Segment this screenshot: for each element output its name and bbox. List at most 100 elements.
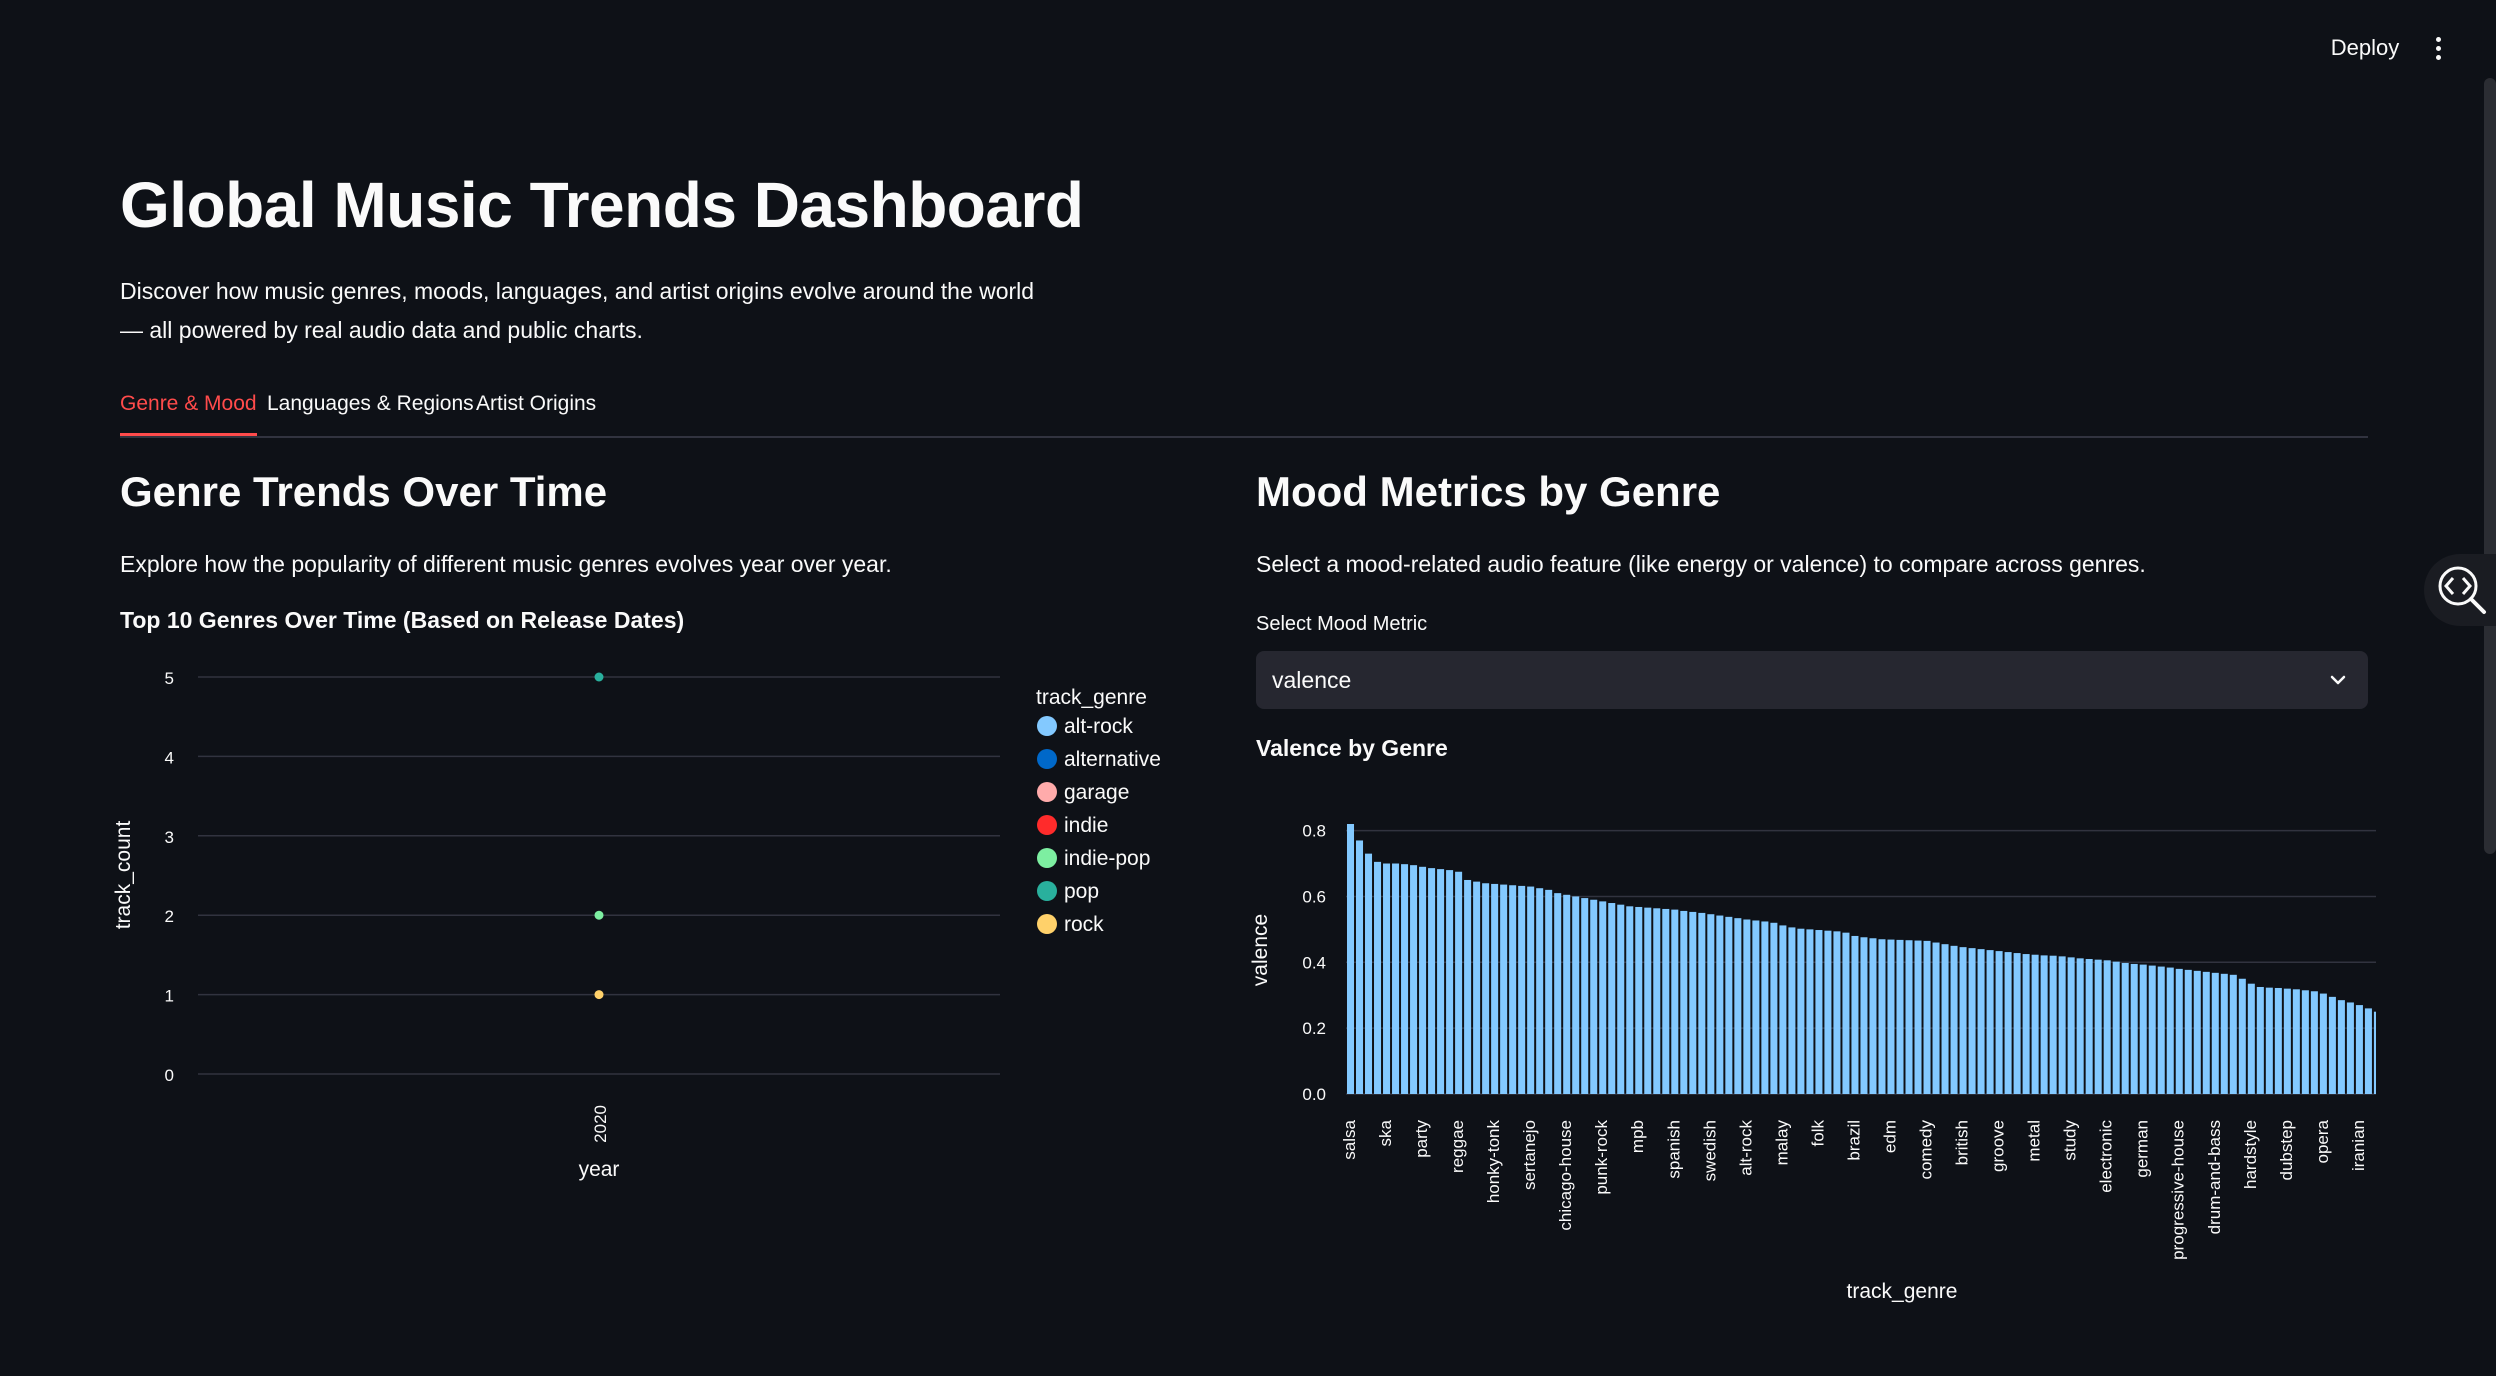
bar[interactable] — [2292, 989, 2300, 1094]
bar[interactable] — [1617, 904, 1625, 1094]
bar[interactable] — [1455, 871, 1463, 1094]
bar[interactable] — [2229, 974, 2237, 1094]
bar[interactable] — [2130, 963, 2138, 1094]
bar[interactable] — [1554, 893, 1562, 1094]
bar[interactable] — [1355, 840, 1364, 1094]
bar[interactable] — [1752, 920, 1760, 1094]
bar[interactable] — [1698, 912, 1706, 1094]
bar[interactable] — [1824, 930, 1832, 1094]
bar[interactable] — [1392, 863, 1400, 1094]
bar[interactable] — [1815, 930, 1823, 1094]
bar[interactable] — [1941, 944, 1949, 1094]
bar[interactable] — [2193, 970, 2201, 1094]
bar[interactable] — [2094, 959, 2102, 1094]
bar[interactable] — [1509, 885, 1517, 1094]
bar[interactable] — [1680, 910, 1688, 1094]
bar[interactable] — [2202, 971, 2210, 1094]
bar[interactable] — [1716, 915, 1724, 1094]
bar[interactable] — [1518, 885, 1526, 1094]
bar[interactable] — [2184, 969, 2192, 1094]
bar[interactable] — [1346, 824, 1355, 1094]
bar[interactable] — [1905, 940, 1913, 1094]
bar[interactable] — [1491, 883, 1499, 1094]
bar[interactable] — [1527, 886, 1535, 1094]
tab-artist-origins[interactable]: Artist Origins — [476, 384, 596, 436]
tab-genre-mood[interactable]: Genre & Mood — [120, 384, 257, 436]
bar[interactable] — [1995, 951, 2003, 1094]
bar[interactable] — [2112, 961, 2120, 1094]
mood-metric-select[interactable]: valence — [1256, 651, 2368, 709]
legend-entry[interactable]: indie — [1064, 814, 1108, 837]
bar[interactable] — [2328, 996, 2336, 1094]
bar[interactable] — [1626, 906, 1634, 1094]
bar[interactable] — [2175, 968, 2183, 1094]
bar[interactable] — [1599, 901, 1607, 1094]
bar[interactable] — [1707, 914, 1715, 1094]
bar[interactable] — [1806, 929, 1814, 1094]
bar[interactable] — [1608, 903, 1616, 1094]
vertical-ellipsis-icon[interactable] — [2420, 26, 2456, 70]
bar[interactable] — [1545, 889, 1553, 1094]
bar[interactable] — [2247, 983, 2255, 1094]
bar[interactable] — [1878, 939, 1886, 1094]
deploy-button[interactable]: Deploy — [2320, 26, 2410, 70]
legend-entry[interactable]: alternative — [1064, 748, 1161, 771]
bar[interactable] — [2121, 962, 2129, 1094]
bar[interactable] — [1563, 894, 1571, 1094]
bar[interactable] — [1860, 937, 1868, 1094]
bar[interactable] — [1725, 916, 1733, 1094]
bar[interactable] — [1914, 940, 1922, 1094]
code-zoom-widget[interactable] — [2424, 554, 2496, 626]
bar[interactable] — [2049, 955, 2057, 1094]
bar[interactable] — [2004, 952, 2012, 1094]
bar[interactable] — [1770, 922, 1778, 1094]
bar[interactable] — [1671, 909, 1679, 1094]
bar[interactable] — [1662, 908, 1670, 1094]
bar[interactable] — [1743, 919, 1751, 1094]
bar[interactable] — [1986, 950, 1994, 1094]
bar[interactable] — [2238, 978, 2246, 1094]
bar[interactable] — [1410, 865, 1418, 1094]
bar[interactable] — [2211, 972, 2219, 1094]
bar[interactable] — [2364, 1008, 2372, 1094]
bar[interactable] — [2103, 960, 2111, 1094]
bar[interactable] — [2337, 1000, 2345, 1094]
bar[interactable] — [1428, 868, 1436, 1094]
bar[interactable] — [2301, 990, 2309, 1094]
bar[interactable] — [1779, 925, 1787, 1094]
bar[interactable] — [2346, 1002, 2354, 1094]
bar[interactable] — [1896, 939, 1904, 1094]
bar[interactable] — [2031, 954, 2039, 1094]
bar[interactable] — [1950, 945, 1958, 1094]
bar[interactable] — [1401, 864, 1409, 1094]
bar[interactable] — [1473, 881, 1481, 1094]
data-point[interactable] — [594, 990, 604, 1000]
bar[interactable] — [1788, 927, 1796, 1094]
legend-entry[interactable]: pop — [1064, 880, 1099, 903]
bar[interactable] — [2256, 986, 2264, 1094]
bar[interactable] — [1590, 899, 1598, 1094]
legend-entry[interactable]: garage — [1064, 781, 1129, 804]
bar[interactable] — [1383, 863, 1391, 1094]
bar[interactable] — [1644, 907, 1652, 1094]
tab-languages-regions[interactable]: Languages & Regions — [267, 384, 474, 436]
bar[interactable] — [2013, 953, 2021, 1094]
bar[interactable] — [1464, 879, 1472, 1094]
bar[interactable] — [2220, 973, 2228, 1094]
bar[interactable] — [2022, 954, 2030, 1094]
bar[interactable] — [1365, 853, 1373, 1094]
bar[interactable] — [1536, 888, 1544, 1094]
bar[interactable] — [2076, 958, 2084, 1094]
bar[interactable] — [1446, 870, 1454, 1094]
bar[interactable] — [1374, 861, 1382, 1094]
bar[interactable] — [1734, 918, 1742, 1094]
bar[interactable] — [1500, 884, 1508, 1094]
bar[interactable] — [2319, 993, 2327, 1094]
data-point[interactable] — [594, 672, 604, 682]
bar[interactable] — [1572, 896, 1580, 1094]
bar[interactable] — [2067, 957, 2075, 1094]
bar[interactable] — [1959, 947, 1967, 1094]
bar[interactable] — [2085, 959, 2093, 1094]
bar[interactable] — [2040, 955, 2048, 1094]
bar[interactable] — [1887, 939, 1895, 1094]
